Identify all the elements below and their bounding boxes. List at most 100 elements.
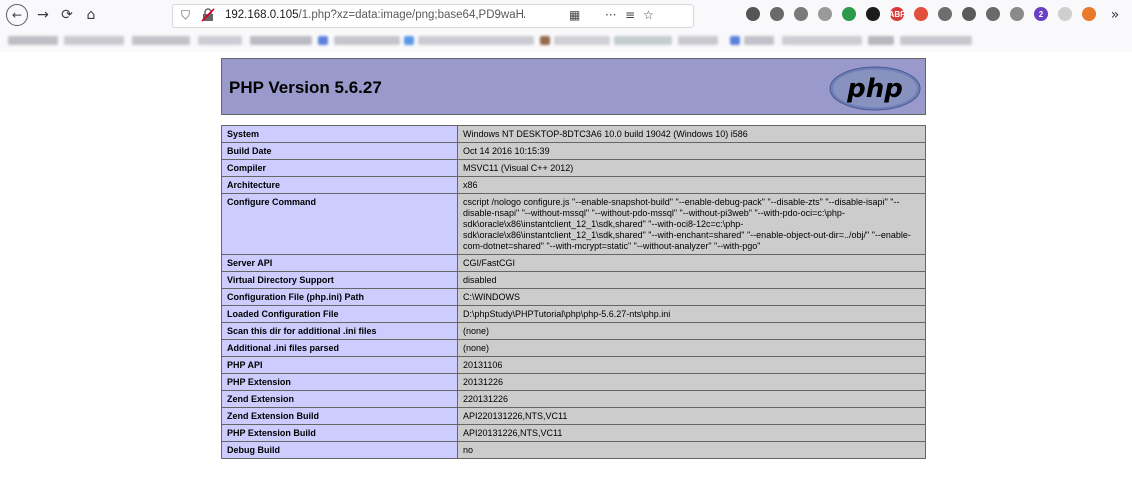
qr-code-icon[interactable]: ▦ [569,8,580,22]
table-row: Zend Extension 220131226 [221,390,926,408]
row-key: Configuration File (php.ini) Path [221,288,458,306]
phpinfo-container: PHP Version 5.6.27 php [221,58,926,115]
row-key: Compiler [221,159,458,177]
row-key: PHP Extension Build [221,424,458,442]
reload-icon: ⟳ [61,7,73,23]
extension-icon[interactable] [1010,7,1024,21]
bookmark-item[interactable] [8,36,58,45]
page-title: PHP Version 5.6.27 [229,78,382,97]
bookmark-item[interactable] [198,36,242,45]
shield-icon[interactable]: ⛉ [181,8,190,23]
extension-icon[interactable] [914,7,928,21]
row-value: C:\WINDOWS [457,288,926,306]
overflow-menu-button[interactable]: » [1104,4,1126,26]
extension-icon[interactable] [818,7,832,21]
bookmark-item[interactable] [540,36,550,45]
row-key: Server API [221,254,458,272]
row-value: CGI/FastCGI [457,254,926,272]
extension-icon[interactable] [1058,7,1072,21]
table-row: Loaded Configuration File D:\phpStudy\PHP… [221,305,926,323]
row-key: Loaded Configuration File [221,305,458,323]
bookmarks-bar [0,30,1132,52]
url-host: 192.168.0.105 [225,9,299,21]
row-value: MSVC11 (Visual C++ 2012) [457,159,926,177]
extension-icon[interactable] [1082,7,1096,21]
php-logo: php [829,66,921,111]
reload-button[interactable]: ⟳ [56,4,78,26]
reader-view-icon[interactable]: ≡ [625,8,635,22]
row-key: Additional .ini files parsed [221,339,458,357]
browser-toolbar: ← → ⟳ ⌂ ⛉ 192.168.0.105/1.php?xz=data:im… [0,0,1132,31]
extension-icon[interactable]: ABP [889,7,905,21]
row-value: Windows NT DESKTOP-8DTC3A6 10.0 build 19… [457,125,926,143]
bookmark-star-icon[interactable]: ☆ [643,8,654,22]
table-row: PHP Extension Build API20131226,NTS,VC11 [221,424,926,442]
bookmark-item[interactable] [334,36,400,45]
row-key: PHP API [221,356,458,374]
extension-icon[interactable] [938,7,952,21]
forward-arrow-icon: → [37,7,49,23]
extension-icon[interactable] [866,7,880,21]
table-row: System Windows NT DESKTOP-8DTC3A6 10.0 bu… [221,125,926,143]
row-key: Architecture [221,176,458,194]
row-key: Virtual Directory Support [221,271,458,289]
table-row: Compiler MSVC11 (Visual C++ 2012) [221,159,926,177]
bookmark-item[interactable] [782,36,862,45]
phpinfo-table: System Windows NT DESKTOP-8DTC3A6 10.0 bu… [221,125,926,459]
extension-icon[interactable]: 2 [1034,7,1048,21]
row-value: D:\phpStudy\PHPTutorial\php\php-5.6.27-n… [457,305,926,323]
row-key: Zend Extension Build [221,407,458,425]
table-row: Configure Command cscript /nologo configu… [221,193,926,255]
home-button[interactable]: ⌂ [80,4,102,26]
bookmark-item[interactable] [744,36,774,45]
row-value: (none) [457,322,926,340]
extension-icon[interactable] [986,7,1000,21]
page-actions-icon[interactable]: ··· [605,8,616,22]
php-logo-text: php [846,74,903,104]
row-value: disabled [457,271,926,289]
bookmark-item[interactable] [132,36,190,45]
bookmark-item[interactable] [418,36,534,45]
row-value: cscript /nologo configure.js "--enable-s… [457,193,926,255]
table-row: PHP API 20131106 [221,356,926,374]
table-row: Architecture x86 [221,176,926,194]
insecure-lock-icon[interactable] [201,8,215,25]
extension-icon[interactable] [746,7,760,21]
bookmark-item[interactable] [554,36,610,45]
bookmark-item[interactable] [730,36,740,45]
back-button[interactable]: ← [6,4,28,26]
table-row: Virtual Directory Support disabled [221,271,926,289]
table-row: Scan this dir for additional .ini files(… [221,322,926,340]
row-key: System [221,125,458,143]
table-row: Build Date Oct 14 2016 10:15:39 [221,142,926,160]
back-arrow-icon: ← [11,8,23,22]
forward-button[interactable]: → [32,4,54,26]
row-key: Debug Build [221,441,458,459]
extension-icon[interactable] [842,7,856,21]
extension-icon[interactable] [962,7,976,21]
bookmark-item[interactable] [614,36,672,45]
bookmark-item[interactable] [318,36,328,45]
extension-icon[interactable] [794,7,808,21]
row-value: 20131106 [457,356,926,374]
url-bar[interactable]: ⛉ 192.168.0.105/1.php?xz=data:image/png;… [172,4,694,28]
bookmark-item[interactable] [404,36,414,45]
url-text[interactable]: 192.168.0.105/1.php?xz=data:image/png;ba… [225,9,525,21]
phpinfo-header: PHP Version 5.6.27 php [221,58,926,115]
row-key: Configure Command [221,193,458,255]
bookmark-item[interactable] [678,36,718,45]
bookmark-item[interactable] [250,36,312,45]
bookmark-item[interactable] [64,36,124,45]
row-value: (none) [457,339,926,357]
row-value: API220131226,NTS,VC11 [457,407,926,425]
table-row: PHP Extension 20131226 [221,373,926,391]
extension-icon[interactable] [770,7,784,21]
row-value: x86 [457,176,926,194]
row-value: no [457,441,926,459]
url-path: /1.php?xz=data:image/png;base64,PD9waHAg… [298,9,525,21]
table-row: Additional .ini files parsed (none) [221,339,926,357]
row-value: 220131226 [457,390,926,408]
bookmark-item[interactable] [868,36,894,45]
row-value: 20131226 [457,373,926,391]
bookmark-item[interactable] [900,36,972,45]
